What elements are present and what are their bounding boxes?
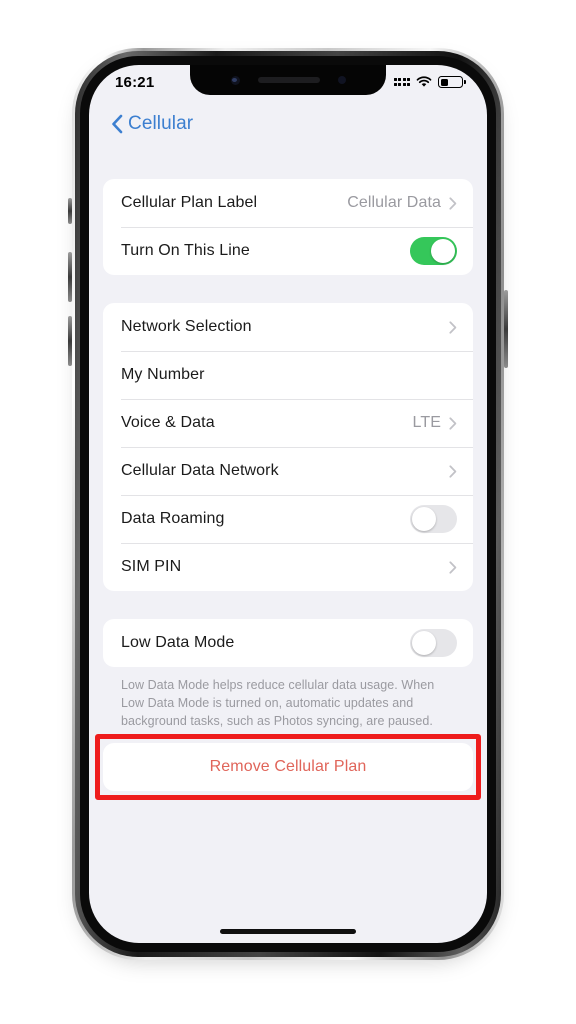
low-data-mode-footnote: Low Data Mode helps reduce cellular data…	[121, 678, 435, 729]
status-bar-indicators	[393, 76, 466, 88]
navigation-bar: Cellular	[89, 99, 487, 149]
power-button[interactable]	[504, 290, 508, 368]
row-sim-pin[interactable]: SIM PIN	[103, 543, 473, 591]
screenshot-canvas: 16:21 Cellular Cellular Plan Label Cellu…	[0, 0, 576, 1024]
chevron-left-icon	[111, 114, 123, 134]
settings-list: Cellular Plan Label Cellular Data Turn O…	[89, 149, 487, 943]
row-cellular-data-network[interactable]: Cellular Data Network	[103, 447, 473, 495]
settings-group-low-data-mode: Low Data Mode	[103, 619, 473, 667]
chevron-right-icon	[449, 320, 457, 334]
proximity-sensor-icon	[337, 76, 346, 84]
row-label: SIM PIN	[121, 558, 182, 575]
front-camera-icon	[230, 75, 240, 85]
row-accessory: Cellular Data	[347, 194, 457, 212]
remove-cellular-plan-button[interactable]: Remove Cellular Plan	[103, 743, 473, 792]
row-value: Cellular Data	[347, 194, 441, 211]
row-my-number[interactable]: My Number	[103, 351, 473, 399]
row-low-data-mode[interactable]: Low Data Mode	[103, 619, 473, 667]
phone-screen: 16:21 Cellular Cellular Plan Label Cellu…	[89, 65, 487, 943]
chevron-right-icon	[449, 196, 457, 210]
chevron-right-icon	[449, 464, 457, 478]
back-button[interactable]: Cellular	[111, 113, 193, 135]
phone-metal-band: 16:21 Cellular Cellular Plan Label Cellu…	[75, 51, 501, 957]
row-accessory: LTE	[413, 414, 457, 432]
signal-dots-icon	[393, 78, 410, 86]
row-label: Low Data Mode	[121, 634, 235, 651]
row-label: Network Selection	[121, 318, 252, 335]
toggle-turn-on-this-line[interactable]	[410, 237, 457, 265]
row-label: Data Roaming	[121, 510, 225, 527]
row-label: Cellular Plan Label	[121, 194, 258, 211]
wifi-icon	[416, 76, 432, 88]
phone-frame: 16:21 Cellular Cellular Plan Label Cellu…	[72, 48, 504, 960]
row-label: Voice & Data	[121, 414, 215, 431]
row-data-roaming[interactable]: Data Roaming	[103, 495, 473, 543]
remove-cellular-plan-label: Remove Cellular Plan	[209, 758, 367, 776]
row-label: Cellular Data Network	[121, 462, 279, 479]
row-network-selection[interactable]: Network Selection	[103, 303, 473, 351]
toggle-data-roaming[interactable]	[410, 505, 457, 533]
row-label: My Number	[121, 366, 205, 383]
notch	[190, 65, 386, 95]
chevron-right-icon	[449, 560, 457, 574]
battery-icon	[438, 76, 466, 88]
home-indicator[interactable]	[220, 929, 356, 934]
row-turn-on-this-line[interactable]: Turn On This Line	[103, 227, 473, 275]
row-value: LTE	[412, 414, 441, 431]
phone-bezel: 16:21 Cellular Cellular Plan Label Cellu…	[80, 56, 496, 952]
toggle-low-data-mode[interactable]	[410, 629, 457, 657]
row-cellular-plan-label[interactable]: Cellular Plan Label Cellular Data	[103, 179, 473, 227]
back-button-label: Cellular	[128, 113, 194, 134]
settings-group-network: Network Selection My Number Voice & Data…	[103, 303, 473, 591]
row-voice-and-data[interactable]: Voice & Data LTE	[103, 399, 473, 447]
remove-cellular-plan-wrapper: Remove Cellular Plan	[95, 734, 481, 801]
row-label: Turn On This Line	[121, 242, 250, 259]
status-bar-clock: 16:21	[115, 73, 155, 91]
settings-group-plan: Cellular Plan Label Cellular Data Turn O…	[103, 179, 473, 275]
earpiece-speaker	[257, 77, 320, 83]
chevron-right-icon	[449, 416, 457, 430]
